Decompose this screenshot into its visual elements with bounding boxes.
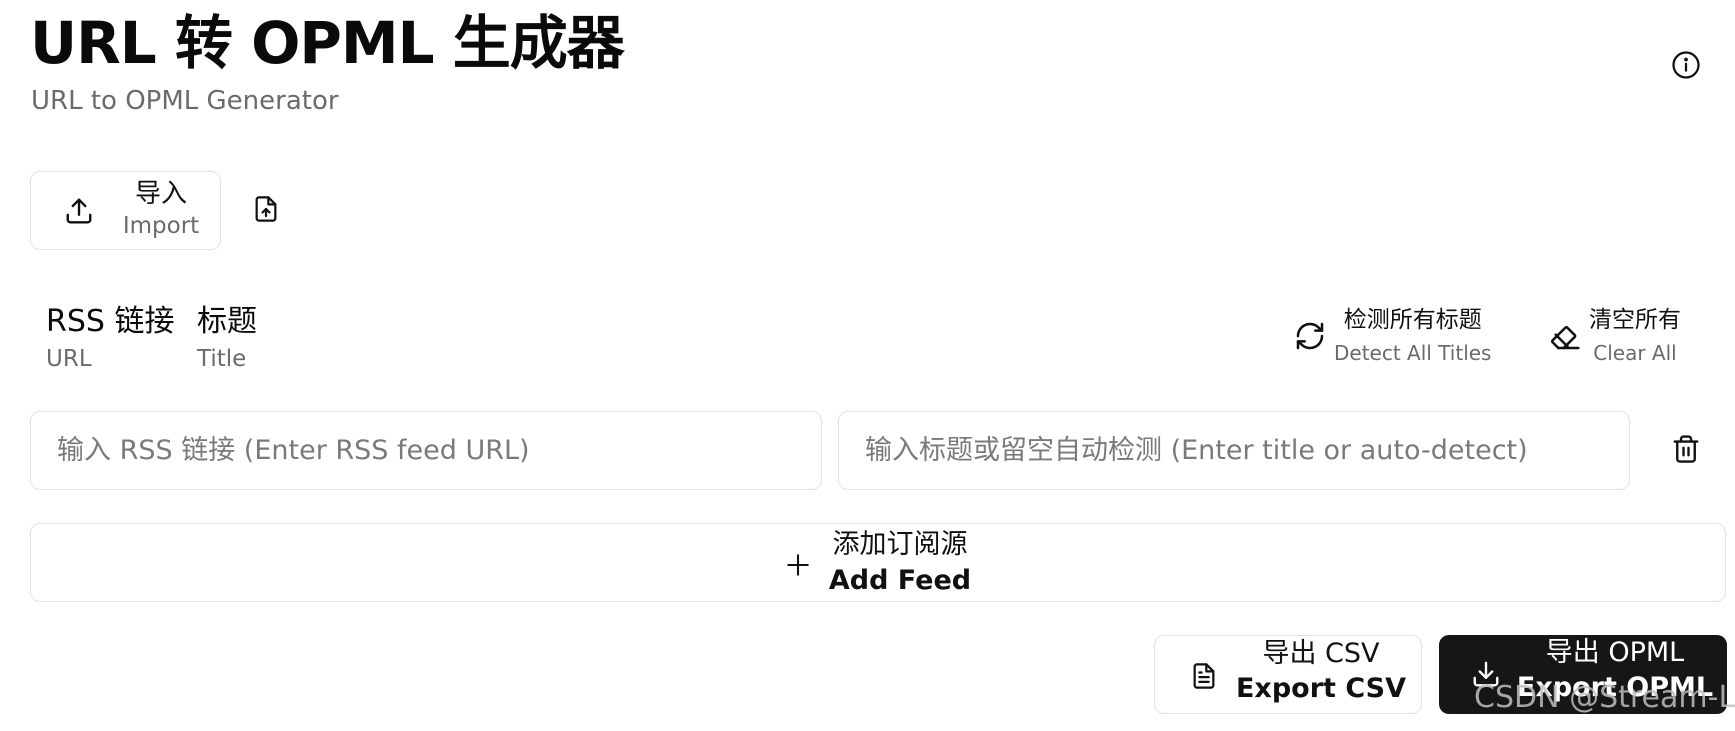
add-feed-en: Add Feed [828,564,972,596]
app-page: URL 转 OPML 生成器 URL to OPML Generator 导入 … [0,0,1735,731]
clear-all-button[interactable]: 清空所有 Clear All [1549,306,1681,366]
delete-feed-button[interactable] [1669,433,1703,469]
detect-all-titles-zh: 检测所有标题 [1343,307,1482,333]
file-text-icon [1190,660,1218,696]
rss-url-input[interactable] [30,411,822,490]
export-csv-zh: 导出 CSV [1262,638,1380,669]
add-feed-button[interactable]: 添加订阅源 Add Feed [30,523,1726,602]
feed-title-input[interactable] [838,411,1630,490]
download-icon [1471,659,1501,693]
detect-all-titles-button[interactable]: 检测所有标题 Detect All Titles [1294,306,1491,366]
import-label-zh: 导入 [134,179,187,209]
upload-icon [64,196,94,230]
add-feed-label: 添加订阅源 Add Feed [829,527,971,597]
page-subtitle: URL to OPML Generator [31,86,339,116]
info-button[interactable] [1669,50,1703,84]
export-opml-en: Export OPML [1516,672,1714,704]
export-opml-zh: 导出 OPML [1545,637,1685,668]
column-header-title-zh: 标题 [197,304,257,339]
export-opml-label: 导出 OPML Export OPML [1515,635,1715,705]
import-label-en: Import [122,212,200,239]
clear-all-zh: 清空所有 [1589,307,1681,333]
column-header-url-en: URL [46,346,92,372]
import-file-button[interactable] [252,192,280,230]
info-icon [1671,50,1701,84]
clear-all-label: 清空所有 Clear All [1589,306,1681,366]
page-title: URL 转 OPML 生成器 [30,9,625,77]
column-header-url: RSS 链接 URL [46,302,174,375]
column-header-url-zh: RSS 链接 [46,304,175,339]
import-label: 导入 Import [111,178,211,242]
eraser-icon [1549,320,1581,352]
refresh-icon [1294,320,1326,352]
file-upload-icon [252,193,280,229]
column-header-title-en: Title [197,346,247,372]
add-feed-zh: 添加订阅源 [832,529,968,561]
plus-icon [785,552,811,578]
column-header-title: 标题 Title [197,302,257,375]
clear-all-en: Clear All [1593,340,1677,365]
trash-icon [1671,433,1701,469]
detect-all-titles-en: Detect All Titles [1334,340,1492,365]
detect-all-titles-label: 检测所有标题 Detect All Titles [1334,306,1491,366]
export-csv-label: 导出 CSV Export CSV [1235,636,1407,706]
import-button[interactable]: 导入 Import [30,171,221,250]
export-opml-button[interactable]: 导出 OPML Export OPML [1439,635,1727,714]
export-csv-en: Export CSV [1235,673,1406,705]
export-csv-button[interactable]: 导出 CSV Export CSV [1154,635,1422,714]
